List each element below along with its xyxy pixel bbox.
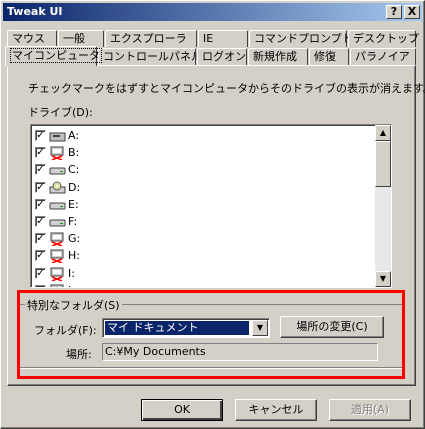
scroll-thumb[interactable] — [375, 141, 391, 187]
tab-my-computer[interactable]: マイコンピュータ — [5, 46, 102, 66]
cancel-button[interactable]: キャンセル — [235, 399, 317, 421]
drive-checkbox[interactable]: ✓ — [35, 284, 46, 287]
drive-row[interactable]: ✓ B: — [35, 145, 365, 161]
drive-checkbox[interactable]: ✓ — [35, 250, 46, 262]
apply-button[interactable]: 適用(A) — [329, 399, 411, 421]
drive-letter: G: — [68, 232, 81, 246]
tab-explorer[interactable]: エクスプローラ — [105, 30, 197, 47]
drive-checkbox[interactable]: ✓ — [35, 216, 46, 227]
drive-checkbox[interactable]: ✓ — [35, 233, 46, 245]
drive-checkbox[interactable]: ✓ — [35, 198, 46, 210]
tweak-ui-window: Tweak UI ? X マウス 一般 エクスプローラ IE コマンドプロンプト… — [0, 0, 425, 429]
drive-checkbox[interactable]: ✓ — [35, 164, 46, 176]
drive-row[interactable]: ✓ C: — [35, 162, 365, 178]
drive-row[interactable]: ✓ D: — [35, 180, 365, 196]
special-folders-legend: 特別なフォルダ(S) — [25, 297, 122, 313]
drive-letter: D: — [68, 180, 81, 194]
drive-row[interactable]: ✓ I: — [35, 266, 365, 282]
drive-row[interactable]: ✓ H: — [35, 248, 365, 264]
drive-checkbox[interactable]: ✓ — [35, 130, 46, 141]
window-title: Tweak UI — [7, 5, 63, 18]
vertical-scrollbar[interactable]: ▲ ▼ — [375, 125, 391, 287]
tab-my-computer-label: マイコンピュータ — [10, 48, 102, 63]
change-location-button[interactable]: 場所の変更(C) — [280, 316, 384, 338]
location-label: 場所: — [66, 348, 92, 361]
tab-paranoia[interactable]: パラノイア — [350, 48, 416, 65]
help-button[interactable]: ? — [386, 5, 402, 19]
tab-general[interactable]: 一般 — [58, 30, 104, 47]
tab-panel: チェックマークをはずすとマイコンピュータからそのドライブの表示が消えます。 ドラ… — [7, 65, 425, 386]
description-text: チェックマークをはずすとマイコンピュータからそのドライブの表示が消えます。 — [28, 82, 425, 95]
drives-list[interactable]: ✓ A: ✓ B: ✓ C: ✓ D: ✓ E: ✓ F: ✓ G: ✓ H: ✓ I: ✓ J: ▲ ▼ — [30, 124, 392, 288]
folder-select-value: マイ ドキュメント — [105, 321, 249, 335]
tab-command-prompt[interactable]: コマンドプロンプト — [249, 30, 353, 47]
drive-row[interactable]: ✓ G: — [35, 231, 365, 247]
drive-letter: I: — [68, 266, 75, 280]
drive-row[interactable]: ✓ E: — [35, 197, 365, 213]
tab-new[interactable]: 新規作成 — [248, 48, 308, 65]
tab-desktop[interactable]: デスクトップ — [348, 30, 419, 47]
folder-select[interactable]: マイ ドキュメント ▼ — [102, 318, 270, 338]
ok-button[interactable]: OK — [141, 399, 223, 421]
drive-letter: F: — [68, 215, 78, 228]
drive-letter: H: — [68, 249, 80, 263]
drive-row[interactable]: ✓ A: — [35, 128, 365, 144]
drive-letter: J: — [68, 284, 75, 287]
scroll-up-icon[interactable]: ▲ — [375, 125, 391, 141]
drive-letter: B: — [68, 146, 80, 160]
drive-letter: E: — [68, 197, 79, 211]
drive-row[interactable]: ✓ F: — [35, 214, 365, 230]
chevron-down-icon[interactable]: ▼ — [252, 320, 268, 336]
tab-control-panel[interactable]: コントロールパネル — [98, 48, 202, 65]
drive-checkbox[interactable]: ✓ — [35, 181, 46, 193]
tab-mouse[interactable]: マウス — [7, 30, 57, 47]
tab-ie[interactable]: IE — [198, 30, 248, 47]
folder-label: フォルダ(F): — [34, 324, 97, 337]
drive-row[interactable]: ✓ J: — [35, 283, 365, 287]
drive-checkbox[interactable]: ✓ — [35, 147, 46, 159]
title-bar[interactable]: Tweak UI ? X — [3, 3, 422, 21]
tab-repair[interactable]: 修復 — [309, 48, 349, 65]
drive-checkbox[interactable]: ✓ — [35, 267, 46, 279]
drives-label: ドライブ(D): — [28, 106, 93, 119]
drive-letter: C: — [68, 163, 80, 177]
drive-letter: A: — [68, 129, 80, 142]
location-field[interactable]: C:¥My Documents — [102, 343, 378, 361]
scroll-down-icon[interactable]: ▼ — [375, 271, 391, 287]
close-button[interactable]: X — [404, 5, 420, 19]
tab-logon[interactable]: ログオン — [197, 48, 247, 65]
